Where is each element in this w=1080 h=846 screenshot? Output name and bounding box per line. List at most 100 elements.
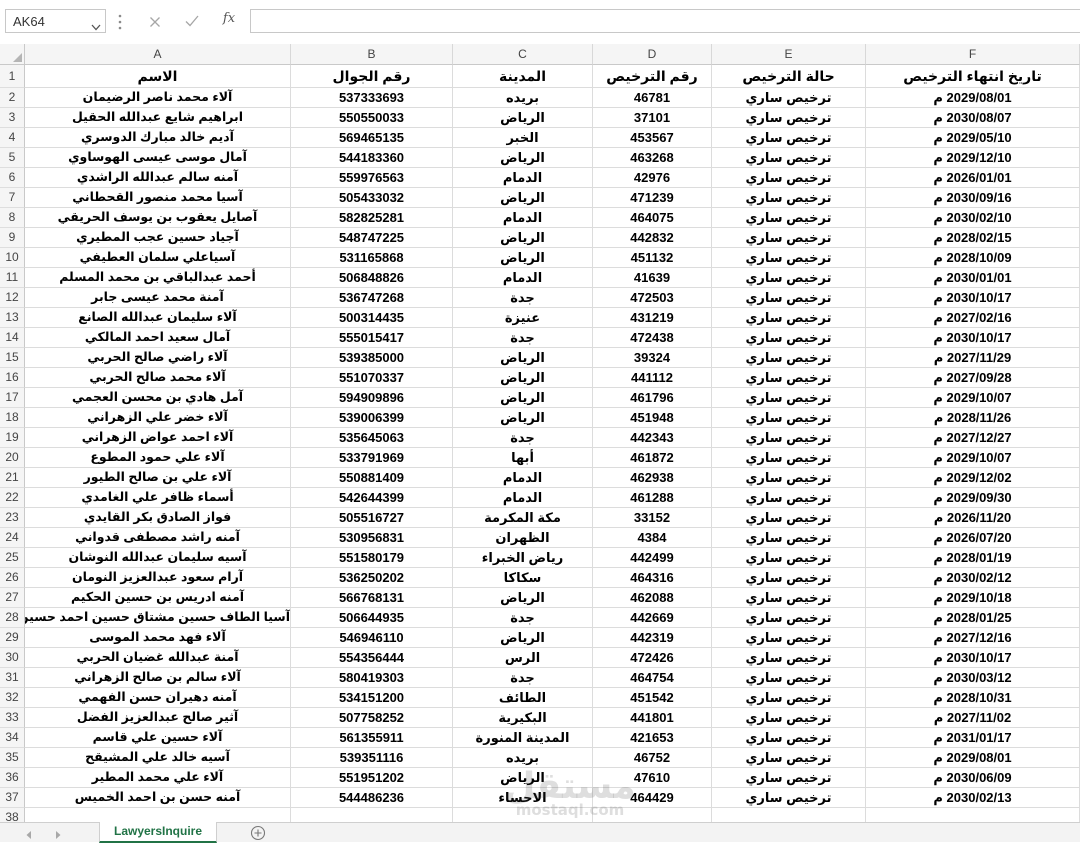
cell-E36[interactable]: ترخيص ساري <box>712 768 866 788</box>
cell-D6[interactable]: 42976 <box>593 168 712 188</box>
cell-B5[interactable]: 544183360 <box>291 148 453 168</box>
cell-F29[interactable]: 2027/12/16 م <box>866 628 1080 648</box>
cell-A20[interactable]: آلاء علي حمود المطوع <box>25 448 291 468</box>
row-header-15[interactable]: 15 <box>0 348 25 368</box>
cell-F35[interactable]: 2029/08/01 م <box>866 748 1080 768</box>
cell-D30[interactable]: 472426 <box>593 648 712 668</box>
row-header-12[interactable]: 12 <box>0 288 25 308</box>
cell-D19[interactable]: 442343 <box>593 428 712 448</box>
cell-B31[interactable]: 580419303 <box>291 668 453 688</box>
cell-F25[interactable]: 2028/01/19 م <box>866 548 1080 568</box>
cell-A29[interactable]: آلاء فهد محمد الموسى <box>25 628 291 648</box>
column-header-B[interactable]: B <box>291 44 453 65</box>
cell-F24[interactable]: 2026/07/20 م <box>866 528 1080 548</box>
cell-B10[interactable]: 531165868 <box>291 248 453 268</box>
cell-A38[interactable] <box>25 808 291 822</box>
cell-A21[interactable]: آلاء علي بن صالح الطيور <box>25 468 291 488</box>
row-header-24[interactable]: 24 <box>0 528 25 548</box>
cell-E7[interactable]: ترخيص ساري <box>712 188 866 208</box>
cell-A17[interactable]: آمل هادي بن محسن العجمي <box>25 388 291 408</box>
cell-A37[interactable]: آمنه حسن بن احمد الخميس <box>25 788 291 808</box>
cell-E21[interactable]: ترخيص ساري <box>712 468 866 488</box>
cell-E14[interactable]: ترخيص ساري <box>712 328 866 348</box>
cell-C19[interactable]: جدة <box>453 428 593 448</box>
cell-F34[interactable]: 2031/01/17 م <box>866 728 1080 748</box>
row-header-3[interactable]: 3 <box>0 108 25 128</box>
cell-A14[interactable]: آمال سعيد احمد المالكي <box>25 328 291 348</box>
column-header-A[interactable]: A <box>25 44 291 65</box>
cell-D33[interactable]: 441801 <box>593 708 712 728</box>
cell-C17[interactable]: الرياض <box>453 388 593 408</box>
row-header-37[interactable]: 37 <box>0 788 25 808</box>
column-header-D[interactable]: D <box>593 44 712 65</box>
row-header-20[interactable]: 20 <box>0 448 25 468</box>
cell-F26[interactable]: 2030/02/12 م <box>866 568 1080 588</box>
cell-A1[interactable]: الاسم <box>25 65 291 88</box>
cell-C14[interactable]: جدة <box>453 328 593 348</box>
row-header-2[interactable]: 2 <box>0 88 25 108</box>
cell-E2[interactable]: ترخيص ساري <box>712 88 866 108</box>
cell-B19[interactable]: 535645063 <box>291 428 453 448</box>
cell-B21[interactable]: 550881409 <box>291 468 453 488</box>
cell-A11[interactable]: أحمد عبدالباقي بن محمد المسلم <box>25 268 291 288</box>
cell-E20[interactable]: ترخيص ساري <box>712 448 866 468</box>
cell-B17[interactable]: 594909896 <box>291 388 453 408</box>
cell-A24[interactable]: آمنه راشد مصطفى قدواني <box>25 528 291 548</box>
cell-D12[interactable]: 472503 <box>593 288 712 308</box>
cell-D28[interactable]: 442669 <box>593 608 712 628</box>
cell-F16[interactable]: 2027/09/28 م <box>866 368 1080 388</box>
cell-E4[interactable]: ترخيص ساري <box>712 128 866 148</box>
cell-D22[interactable]: 461288 <box>593 488 712 508</box>
cell-C22[interactable]: الدمام <box>453 488 593 508</box>
column-header-C[interactable]: C <box>453 44 593 65</box>
chevron-down-icon[interactable] <box>91 18 101 31</box>
cell-E25[interactable]: ترخيص ساري <box>712 548 866 568</box>
cell-D14[interactable]: 472438 <box>593 328 712 348</box>
cell-C37[interactable]: الاحساء <box>453 788 593 808</box>
row-header-1[interactable]: 1 <box>0 65 25 88</box>
cell-B1[interactable]: رقم الجوال <box>291 65 453 88</box>
cell-A6[interactable]: آمنه سالم عبدالله الراشدي <box>25 168 291 188</box>
cell-D7[interactable]: 471239 <box>593 188 712 208</box>
cell-A27[interactable]: آمنه ادريس بن حسين الحكيم <box>25 588 291 608</box>
name-box[interactable]: AK64 <box>5 9 106 33</box>
row-header-11[interactable]: 11 <box>0 268 25 288</box>
cell-B22[interactable]: 542644399 <box>291 488 453 508</box>
row-header-6[interactable]: 6 <box>0 168 25 188</box>
row-header-16[interactable]: 16 <box>0 368 25 388</box>
cell-F33[interactable]: 2027/11/02 م <box>866 708 1080 728</box>
cell-B32[interactable]: 534151200 <box>291 688 453 708</box>
cell-F11[interactable]: 2030/01/01 م <box>866 268 1080 288</box>
cell-D20[interactable]: 461872 <box>593 448 712 468</box>
cell-F38[interactable] <box>866 808 1080 822</box>
cell-A19[interactable]: آلاء احمد عواض الزهراني <box>25 428 291 448</box>
close-icon[interactable] <box>149 15 161 27</box>
cell-C38[interactable] <box>453 808 593 822</box>
row-header-29[interactable]: 29 <box>0 628 25 648</box>
cell-B7[interactable]: 505433032 <box>291 188 453 208</box>
cell-C27[interactable]: الرياض <box>453 588 593 608</box>
cell-C26[interactable]: سكاكا <box>453 568 593 588</box>
cell-D23[interactable]: 33152 <box>593 508 712 528</box>
cell-D27[interactable]: 462088 <box>593 588 712 608</box>
cell-C32[interactable]: الطائف <box>453 688 593 708</box>
column-header-F[interactable]: F <box>866 44 1080 65</box>
cell-E24[interactable]: ترخيص ساري <box>712 528 866 548</box>
cell-A8[interactable]: آصايل يعقوب بن يوسف الحريقي <box>25 208 291 228</box>
cell-A15[interactable]: آلاء راضي صالح الحربي <box>25 348 291 368</box>
cell-E17[interactable]: ترخيص ساري <box>712 388 866 408</box>
cell-B18[interactable]: 539006399 <box>291 408 453 428</box>
cell-D13[interactable]: 431219 <box>593 308 712 328</box>
cell-F21[interactable]: 2029/12/02 م <box>866 468 1080 488</box>
cell-D32[interactable]: 451542 <box>593 688 712 708</box>
row-header-34[interactable]: 34 <box>0 728 25 748</box>
insert-function-button[interactable]: fx <box>218 11 240 31</box>
check-icon[interactable] <box>185 14 199 28</box>
row-header-14[interactable]: 14 <box>0 328 25 348</box>
cell-B15[interactable]: 539385000 <box>291 348 453 368</box>
cell-F14[interactable]: 2030/10/17 م <box>866 328 1080 348</box>
row-header-9[interactable]: 9 <box>0 228 25 248</box>
cell-E11[interactable]: ترخيص ساري <box>712 268 866 288</box>
cell-A3[interactable]: ابراهيم شايع عبدالله الحقيل <box>25 108 291 128</box>
cell-D11[interactable]: 41639 <box>593 268 712 288</box>
